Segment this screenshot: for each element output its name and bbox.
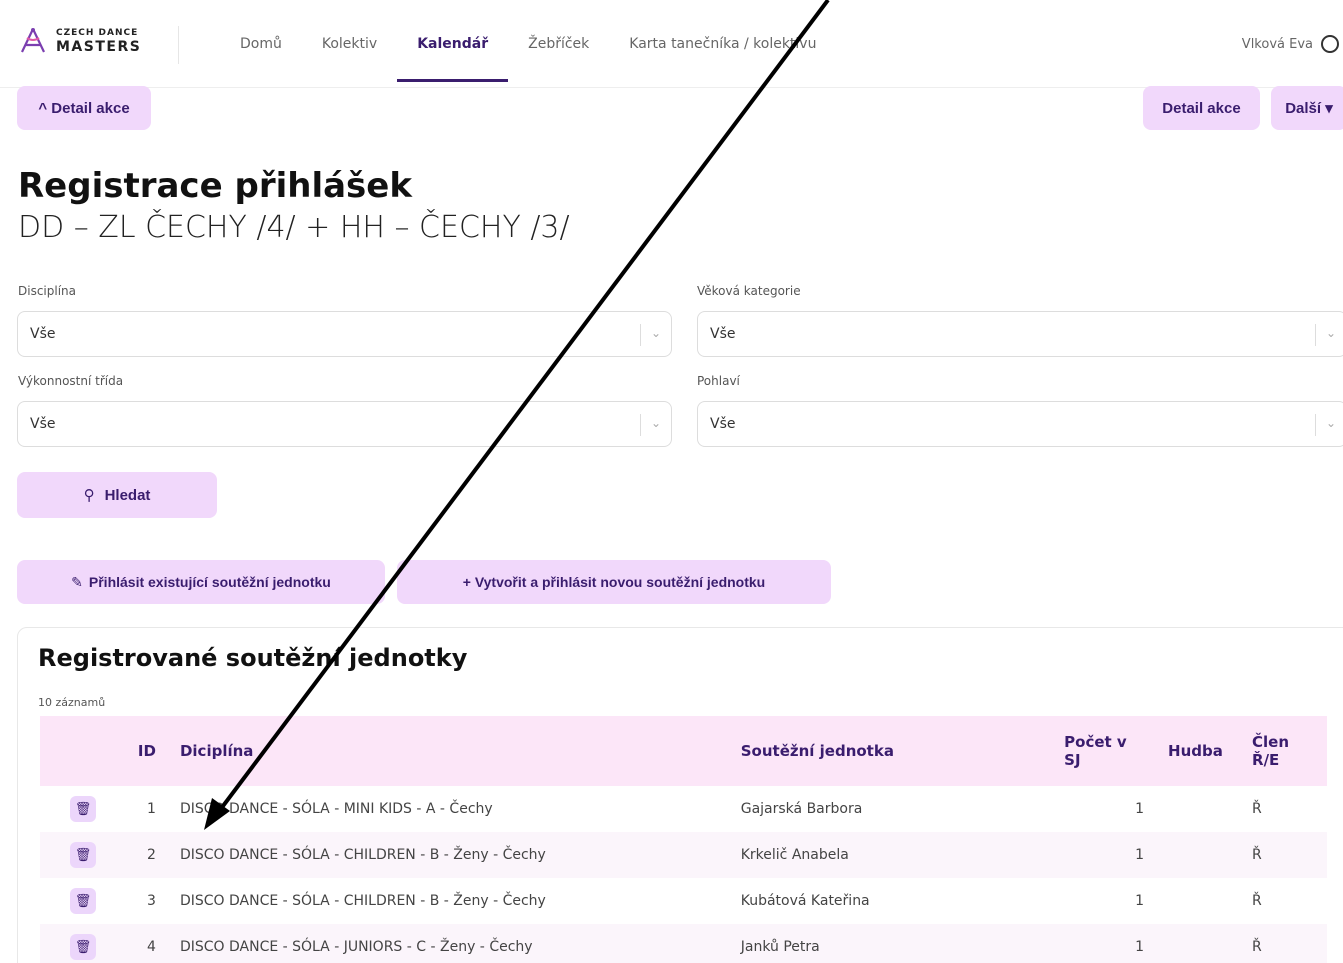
row-music bbox=[1156, 832, 1241, 878]
logo-line2: MASTERS bbox=[56, 38, 142, 55]
nav-item-collective[interactable]: Kolektiv bbox=[302, 0, 397, 88]
age-category-label: Věková kategorie bbox=[697, 284, 801, 298]
chevron-down-icon: ⌄ bbox=[1325, 326, 1336, 340]
age-category-value: Vše bbox=[710, 326, 736, 342]
records-count: 10 záznamů bbox=[38, 696, 106, 709]
dancer-logo-icon bbox=[21, 28, 45, 53]
search-icon: ⚲ bbox=[83, 487, 95, 504]
register-existing-label: Přihlásit existující soutěžní jednotku bbox=[88, 574, 331, 590]
chevron-down-icon: ⌄ bbox=[650, 416, 661, 430]
nav-item-ranking[interactable]: Žebříček bbox=[508, 0, 609, 88]
user-menu[interactable]: Vlková Eva bbox=[1242, 0, 1343, 88]
chevron-down-icon: ⌄ bbox=[650, 326, 661, 340]
performance-class-label: Výkonnostní třída bbox=[18, 374, 124, 388]
search-button-label: Hledat bbox=[104, 486, 151, 504]
row-unit: Krkelič Anabela bbox=[728, 832, 1053, 878]
trash-icon[interactable]: 🗑 bbox=[69, 934, 96, 960]
row-member: Ř bbox=[1240, 924, 1327, 963]
trash-icon[interactable]: 🗑 bbox=[69, 842, 96, 868]
more-dropdown-button[interactable]: Další ▾ bbox=[1271, 86, 1343, 130]
table-row: 🗑 3 DISCO DANCE - SÓLA - CHILDREN - B - … bbox=[40, 878, 1327, 924]
row-member: Ř bbox=[1240, 832, 1327, 878]
row-count: 1 bbox=[1052, 832, 1157, 878]
logo-line1: CZECH DANCE bbox=[56, 27, 139, 38]
col-actions bbox=[40, 716, 126, 786]
page-subtitle: DD – ZL ČECHY /4/ + HH – ČECHY /3/ bbox=[18, 210, 570, 245]
row-music bbox=[1156, 924, 1241, 963]
discipline-value: Vše bbox=[30, 326, 56, 342]
logo[interactable]: CZECH DANCE MASTERS bbox=[18, 26, 141, 56]
table-row: 🗑 2 DISCO DANCE - SÓLA - CHILDREN - B - … bbox=[40, 832, 1327, 878]
col-member[interactable]: Člen Ř/E bbox=[1240, 716, 1327, 786]
col-music[interactable]: Hudba bbox=[1156, 716, 1241, 786]
user-avatar-icon bbox=[1321, 35, 1339, 53]
performance-class-value: Vše bbox=[30, 416, 56, 432]
page-title: Registrace přihlášek bbox=[18, 166, 412, 206]
table-row: 🗑 4 DISCO DANCE - SÓLA - JUNIORS - C - Ž… bbox=[40, 924, 1327, 963]
panel-title: Registrované soutěžní jednotky bbox=[38, 644, 468, 672]
gender-value: Vše bbox=[710, 416, 736, 432]
register-existing-unit-button[interactable]: ✎ Přihlásit existující soutěžní jednotku bbox=[17, 560, 385, 604]
gender-label: Pohlaví bbox=[697, 374, 740, 388]
nav-item-dancer-card[interactable]: Karta tanečníka / kolektivu bbox=[609, 0, 836, 88]
row-id: 2 bbox=[125, 832, 168, 878]
row-id: 1 bbox=[147, 801, 156, 817]
row-count: 1 bbox=[1135, 893, 1145, 909]
detail-akce-toggle-button[interactable]: ^ Detail akce bbox=[17, 86, 151, 130]
age-category-select[interactable]: Vše ⌄ bbox=[697, 311, 1343, 357]
search-button[interactable]: ⚲ Hledat bbox=[17, 472, 217, 518]
nav-item-calendar[interactable]: Kalendář bbox=[397, 0, 509, 88]
registered-units-table: ID Diciplína Soutěžní jednotka Počet v S… bbox=[40, 716, 1327, 963]
table-row: 🗑 1 DISCO DANCE - SÓLA - MINI KIDS - A -… bbox=[40, 786, 1327, 832]
row-music bbox=[1156, 786, 1240, 832]
row-count: 1 bbox=[1052, 924, 1157, 963]
col-count[interactable]: Počet v SJ bbox=[1052, 716, 1157, 786]
select-separator bbox=[1315, 414, 1316, 436]
row-unit: Janků Petra bbox=[728, 924, 1053, 963]
row-count: 1 bbox=[1135, 801, 1145, 817]
logo-separator bbox=[178, 26, 179, 64]
col-discipline[interactable]: Diciplína bbox=[167, 716, 729, 786]
row-discipline: DISCO DANCE - SÓLA - JUNIORS - C - Ženy … bbox=[167, 924, 729, 963]
row-unit: Gajarská Barbora bbox=[740, 801, 863, 817]
select-separator bbox=[640, 324, 641, 346]
col-unit[interactable]: Soutěžní jednotka bbox=[728, 716, 1053, 786]
top-navbar: CZECH DANCE MASTERS Domů Kolektiv Kalend… bbox=[0, 0, 1343, 88]
row-discipline: DISCO DANCE - SÓLA - MINI KIDS - A - Čec… bbox=[179, 801, 493, 817]
trash-icon[interactable]: 🗑 bbox=[69, 888, 96, 914]
main-nav: Domů Kolektiv Kalendář Žebříček Karta ta… bbox=[220, 0, 836, 88]
trash-icon[interactable]: 🗑 bbox=[69, 796, 96, 822]
col-id[interactable]: ID bbox=[125, 716, 168, 786]
detail-akce-button[interactable]: Detail akce bbox=[1143, 86, 1260, 130]
performance-class-select[interactable]: Vše ⌄ bbox=[17, 401, 672, 447]
row-unit: Kubátová Kateřina bbox=[740, 893, 870, 909]
user-name: Vlková Eva bbox=[1241, 36, 1313, 52]
discipline-label: Disciplína bbox=[18, 284, 77, 298]
row-discipline: DISCO DANCE - SÓLA - CHILDREN - B - Ženy… bbox=[167, 832, 729, 878]
select-separator bbox=[640, 414, 641, 436]
select-separator bbox=[1315, 324, 1316, 346]
row-member: Ř bbox=[1252, 893, 1262, 909]
row-member: Ř bbox=[1252, 801, 1262, 817]
row-id: 4 bbox=[125, 924, 168, 963]
table-header-row: ID Diciplína Soutěžní jednotka Počet v S… bbox=[40, 716, 1327, 786]
create-new-unit-button[interactable]: + Vytvořit a přihlásit novou soutěžní je… bbox=[397, 560, 831, 604]
nav-item-home[interactable]: Domů bbox=[220, 0, 302, 88]
row-music bbox=[1156, 878, 1240, 924]
discipline-select[interactable]: Vše ⌄ bbox=[17, 311, 672, 357]
chevron-down-icon: ⌄ bbox=[1325, 416, 1336, 430]
gender-select[interactable]: Vše ⌄ bbox=[697, 401, 1343, 447]
row-id: 3 bbox=[147, 893, 156, 909]
pencil-icon: ✎ bbox=[71, 573, 83, 590]
row-discipline: DISCO DANCE - SÓLA - CHILDREN - B - Ženy… bbox=[179, 893, 546, 909]
